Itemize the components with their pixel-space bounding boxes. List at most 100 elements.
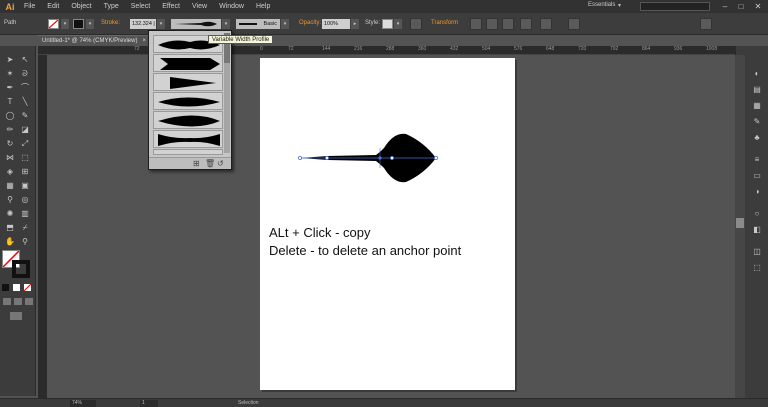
arrange-documents-icon[interactable] <box>540 18 552 30</box>
layers-panel-icon[interactable]: ◫ <box>750 246 764 258</box>
gradient-tool-icon[interactable]: ▣ <box>19 180 31 191</box>
anchor-point[interactable] <box>298 156 302 160</box>
stroke-color-box[interactable] <box>12 260 30 278</box>
eyedropper-tool-icon[interactable]: ⚲ <box>4 194 16 205</box>
vertical-scrollbar[interactable] <box>735 55 745 398</box>
none-mode-icon[interactable] <box>23 283 32 292</box>
slice-tool-icon[interactable]: ⌿ <box>19 222 31 233</box>
brushes-panel-icon[interactable]: ✎ <box>750 116 764 128</box>
opacity-dropdown[interactable]: ▸ <box>351 19 359 29</box>
color-guide-icon[interactable]: ▤ <box>750 84 764 96</box>
width-profile-option[interactable] <box>153 54 223 72</box>
width-profile-select[interactable] <box>171 19 221 29</box>
align-left-icon[interactable] <box>470 18 482 30</box>
graphic-styles-icon[interactable]: ◧ <box>750 224 764 236</box>
recolor-artwork-icon[interactable] <box>410 18 422 30</box>
zoom-field[interactable]: 74% <box>70 400 96 407</box>
width-profile-option[interactable] <box>153 130 223 148</box>
align-right-icon[interactable] <box>502 18 514 30</box>
fill-dropdown[interactable]: ▾ <box>61 19 69 29</box>
graphic-style-swatch[interactable] <box>382 19 393 29</box>
lasso-tool-icon[interactable]: ᘐ <box>19 68 31 79</box>
mesh-tool-icon[interactable]: ▦ <box>4 180 16 191</box>
width-profile-option[interactable] <box>153 111 223 129</box>
transform-link[interactable]: Transform <box>431 20 458 26</box>
stroke-swatch[interactable] <box>73 19 84 29</box>
anchor-point[interactable] <box>433 155 438 160</box>
artboard-number-field[interactable]: 1 <box>140 400 158 407</box>
minimize-button[interactable]: – <box>718 1 732 12</box>
eraser-tool-icon[interactable]: ◪ <box>19 124 31 135</box>
menu-object[interactable]: Object <box>65 3 97 10</box>
chevron-down-icon[interactable]: ▾ <box>618 2 621 9</box>
reset-profiles-icon[interactable]: ↺ <box>217 159 224 168</box>
artboard-tool-icon[interactable]: ⬒ <box>4 222 16 233</box>
delete-profile-icon[interactable]: 🗑 <box>205 159 215 168</box>
menu-window[interactable]: Window <box>213 3 250 10</box>
pencil-tool-icon[interactable]: ✏ <box>4 124 16 135</box>
ellipse-tool-icon[interactable]: ◯ <box>4 110 16 121</box>
add-to-profiles-icon[interactable]: ⊞ <box>193 159 200 168</box>
draw-inside-icon[interactable] <box>25 298 33 305</box>
perspective-grid-tool-icon[interactable]: ⊞ <box>19 166 31 177</box>
width-profile-dropdown[interactable]: ▾ <box>222 19 230 29</box>
menu-view[interactable]: View <box>186 3 213 10</box>
width-point[interactable] <box>324 155 329 160</box>
selection-tool-icon[interactable]: ➤ <box>4 54 16 65</box>
menu-edit[interactable]: Edit <box>41 3 65 10</box>
isolate-icon[interactable] <box>520 18 532 30</box>
draw-behind-icon[interactable] <box>14 298 22 305</box>
close-window-button[interactable]: ✕ <box>751 1 765 12</box>
profile-scrollbar[interactable] <box>224 33 230 153</box>
hand-tool-icon[interactable]: ✋ <box>4 236 16 247</box>
stroke-color-dropdown[interactable]: ▾ <box>86 19 94 29</box>
stroke-weight-field[interactable]: 132.324 | <box>130 19 156 29</box>
scrollbar-thumb[interactable] <box>736 218 744 228</box>
maximize-button[interactable]: □ <box>734 1 748 12</box>
vertical-ruler[interactable] <box>38 55 47 398</box>
artboards-panel-icon[interactable]: ⬚ <box>750 262 764 274</box>
zoom-tool-icon[interactable]: ⚲ <box>19 236 31 247</box>
opacity-field[interactable]: 100% <box>322 19 350 29</box>
menu-effect[interactable]: Effect <box>156 3 186 10</box>
panel-menu-icon[interactable] <box>700 18 712 30</box>
brush-dropdown[interactable]: ▾ <box>281 19 289 29</box>
graphic-style-dropdown[interactable]: ▾ <box>394 19 402 29</box>
stroke-weight-dropdown[interactable]: ▾ <box>157 19 165 29</box>
rotate-tool-icon[interactable]: ↻ <box>4 138 16 149</box>
workspace-switcher[interactable]: Essentials <box>588 2 615 8</box>
gradient-panel-icon[interactable]: ▭ <box>750 170 764 182</box>
width-tool-icon[interactable]: ⋈ <box>4 152 16 163</box>
swatches-panel-icon[interactable]: ▦ <box>750 100 764 112</box>
transparency-panel-icon[interactable]: ◑ <box>750 186 764 198</box>
search-input[interactable] <box>640 2 710 11</box>
brush-definition-select[interactable]: Basic <box>236 19 280 29</box>
shape-builder-tool-icon[interactable]: ◈ <box>4 166 16 177</box>
fill-swatch[interactable] <box>48 19 59 29</box>
line-tool-icon[interactable]: ╲ <box>19 96 31 107</box>
align-center-icon[interactable] <box>486 18 498 30</box>
menu-type[interactable]: Type <box>98 3 125 10</box>
magic-wand-tool-icon[interactable]: ✶ <box>4 68 16 79</box>
menu-select[interactable]: Select <box>125 3 156 10</box>
pen-tool-icon[interactable]: ✒ <box>4 82 16 93</box>
width-profile-option[interactable] <box>153 73 223 91</box>
blend-tool-icon[interactable]: ◎ <box>19 194 31 205</box>
direct-selection-tool-icon[interactable]: ↖ <box>19 54 31 65</box>
screen-mode-icon[interactable] <box>10 312 22 320</box>
free-transform-tool-icon[interactable]: ⬚ <box>19 152 31 163</box>
draw-normal-icon[interactable] <box>3 298 11 305</box>
opacity-label[interactable]: Opacity: <box>299 20 321 26</box>
document-tab[interactable]: Untitled-1* @ 74% (CMYK/Preview) × <box>38 35 150 46</box>
paintbrush-tool-icon[interactable]: ✎ <box>19 110 31 121</box>
menu-help[interactable]: Help <box>250 3 276 10</box>
menu-file[interactable]: File <box>18 3 41 10</box>
color-panel-icon[interactable]: ◐ <box>750 68 764 80</box>
gradient-mode-icon[interactable] <box>13 284 20 291</box>
artboard[interactable]: ALt + Click - copy Delete - to delete an… <box>260 58 515 390</box>
horizontal-ruler[interactable]: 72 0 72 144 216 288 360 432 504 576 648 … <box>38 46 735 55</box>
workspace-icon[interactable] <box>568 18 580 30</box>
width-point[interactable] <box>390 155 395 160</box>
symbols-panel-icon[interactable]: ♣ <box>750 132 764 144</box>
graph-tool-icon[interactable]: ▥ <box>19 208 31 219</box>
